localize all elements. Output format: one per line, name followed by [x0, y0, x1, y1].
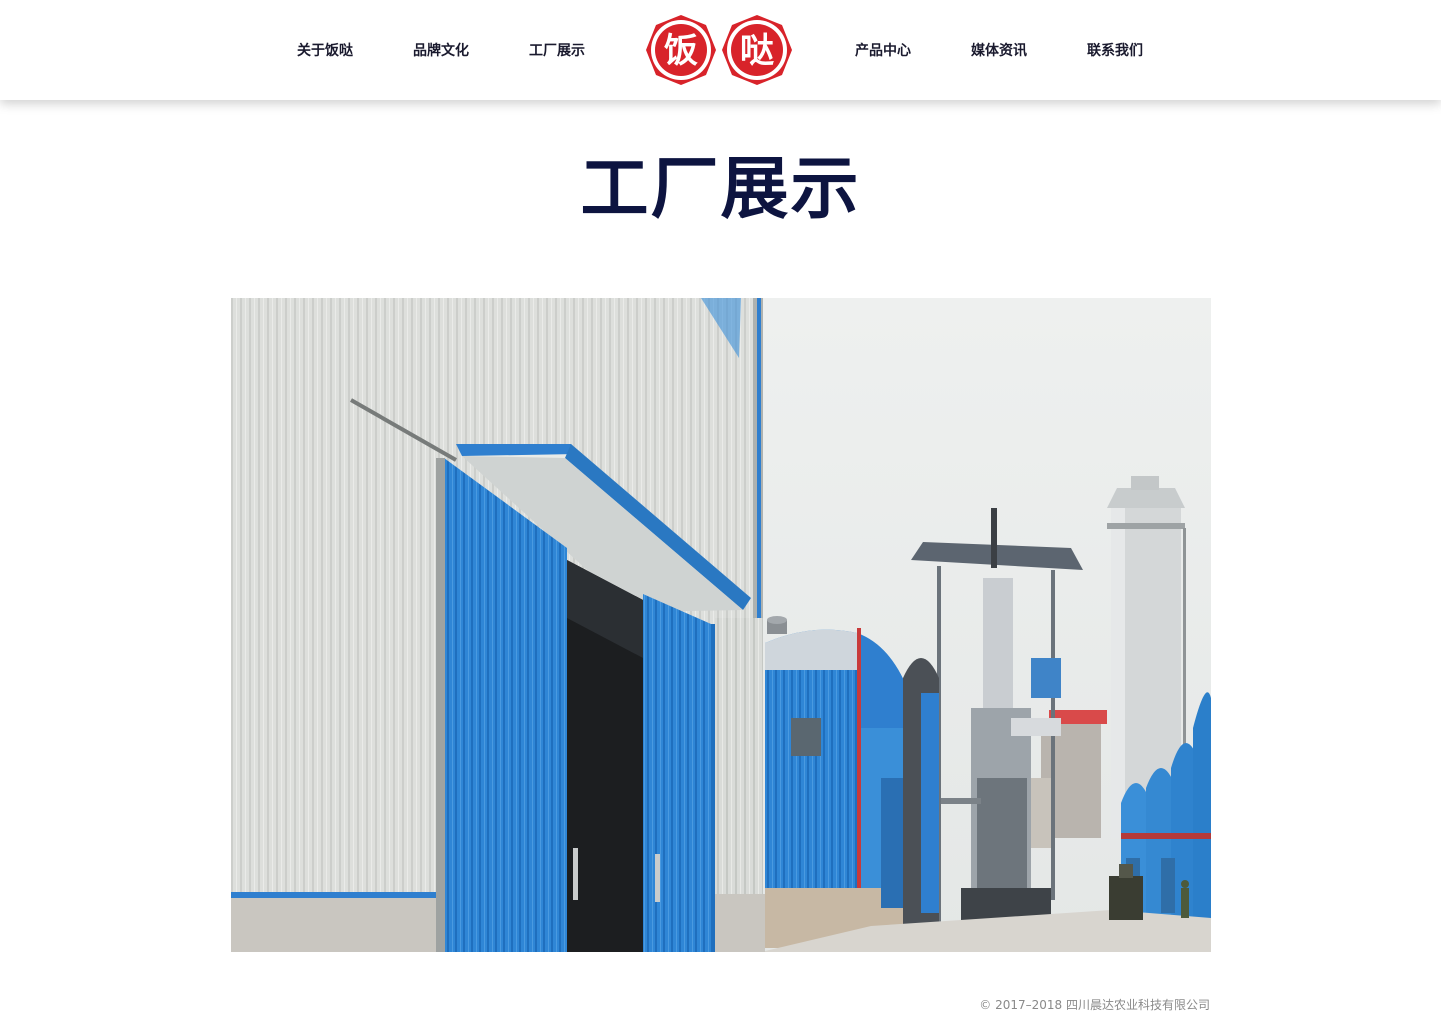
page-title: 工厂展示 [580, 150, 861, 229]
brand-logo[interactable]: 饭 哒 [645, 14, 797, 86]
nav-media[interactable]: 媒体资讯 [971, 40, 1027, 62]
factory-photo [231, 298, 1211, 952]
nav-products[interactable]: 产品中心 [855, 40, 911, 62]
site-header: 关于饭哒 品牌文化 工厂展示 饭 哒 产品中心 媒体资讯 联系我们 [0, 0, 1441, 100]
logo-char-left: 饭 [664, 31, 698, 71]
nav-about[interactable]: 关于饭哒 [297, 40, 353, 62]
logo-badge-right: 哒 [722, 15, 792, 85]
nav-factory[interactable]: 工厂展示 [529, 40, 585, 62]
nav-brand-culture[interactable]: 品牌文化 [413, 40, 469, 62]
nav-contact[interactable]: 联系我们 [1087, 40, 1143, 62]
logo-badge-left: 饭 [646, 15, 716, 85]
footer-copyright: © 2017–2018 四川晨达农业科技有限公司 [979, 998, 1210, 1012]
logo-char-right: 哒 [740, 31, 774, 71]
